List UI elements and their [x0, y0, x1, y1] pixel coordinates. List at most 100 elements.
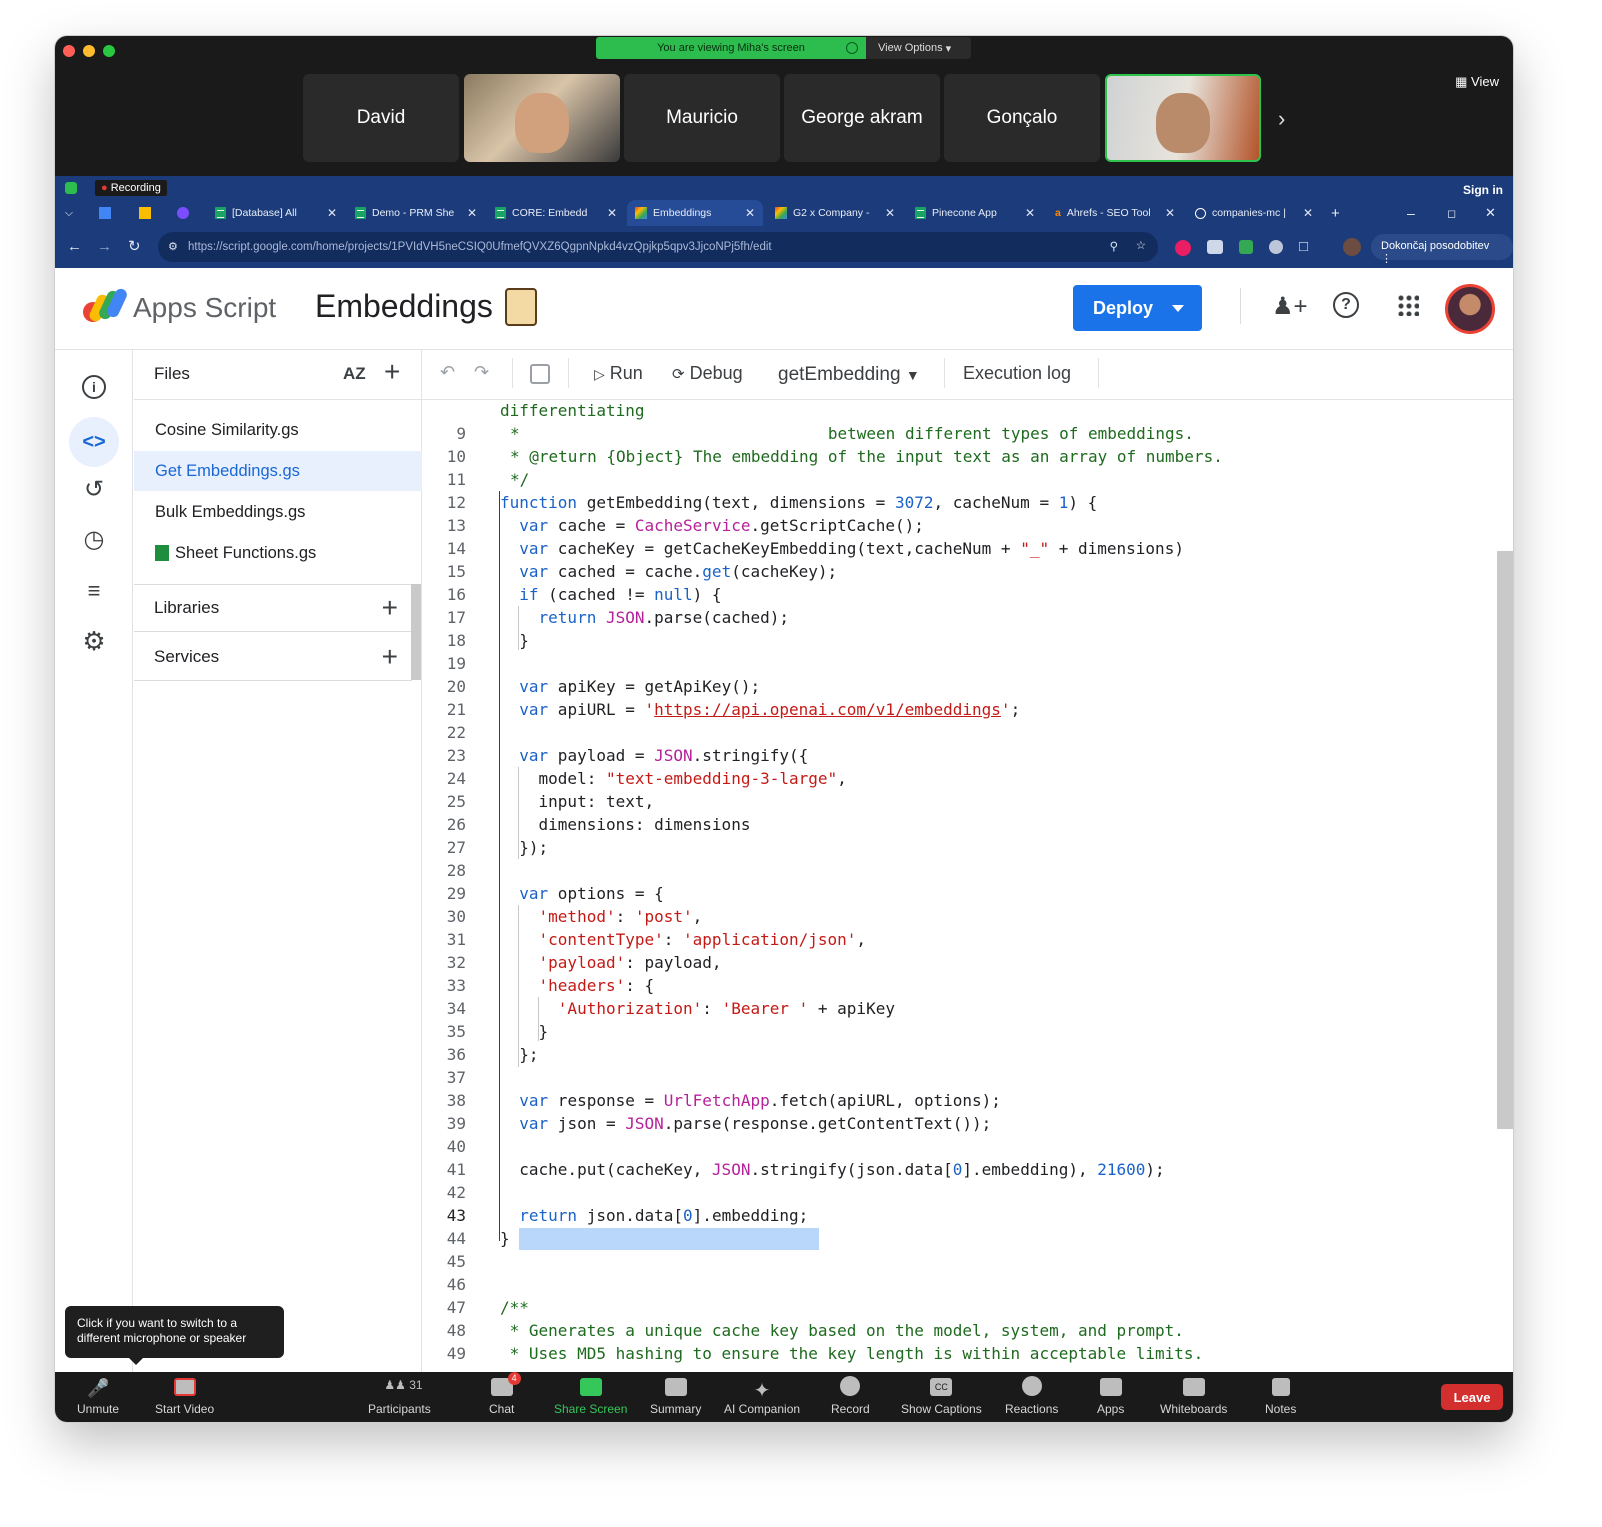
project-title[interactable]: Embeddings — [315, 288, 493, 325]
zoom-icon[interactable]: ⚲ — [1110, 239, 1118, 253]
line-number: 23 — [446, 746, 466, 765]
close-icon[interactable]: ✕ — [1165, 206, 1175, 220]
function-selector[interactable]: getEmbedding ▼ — [778, 364, 920, 386]
file-item[interactable]: Sheet Functions.gs — [134, 533, 422, 573]
extension-icon[interactable] — [1207, 240, 1223, 254]
site-info-icon[interactable]: ⚙ — [168, 240, 178, 253]
code-line: 'payload': payload, — [538, 953, 722, 972]
view-options-button[interactable]: View Options ▾ — [866, 37, 971, 59]
editor-scrollbar[interactable] — [1497, 551, 1513, 1129]
participant-video-tile[interactable] — [464, 74, 620, 162]
browser-tab[interactable]: G2 x Company - ✕ — [775, 200, 895, 226]
camera-icon[interactable] — [1269, 240, 1283, 254]
minimize-window-button[interactable] — [83, 45, 95, 57]
help-icon[interactable]: ? — [1333, 292, 1359, 318]
browser-tab-active[interactable]: Embeddings ✕ — [627, 200, 763, 226]
run-button[interactable]: ▷ Run — [594, 363, 643, 384]
add-library-plus-icon[interactable]: + — [382, 592, 398, 624]
triggers-alarm-icon[interactable]: ◷ — [79, 524, 109, 554]
close-icon[interactable]: ✕ — [745, 206, 755, 220]
services-section[interactable]: Services + — [134, 633, 412, 681]
participant-tile[interactable]: David — [303, 74, 459, 162]
file-item-active[interactable]: Get Embeddings.gs — [134, 451, 422, 491]
extension-icon[interactable] — [1239, 240, 1253, 254]
browser-tab[interactable]: companies-mc | ✕ — [1195, 200, 1313, 226]
panel-scrollbar[interactable] — [411, 584, 421, 680]
sign-in-link[interactable]: Sign in — [1463, 183, 1503, 197]
forward-icon[interactable]: → — [97, 238, 112, 255]
close-icon[interactable]: ✕ — [467, 206, 477, 220]
chat-button[interactable]: 4 Chat — [489, 1372, 521, 1420]
leave-button[interactable]: Leave — [1441, 1384, 1503, 1410]
code-editor[interactable]: 9 10 11 12 13 14 15 16 17 18 19 20 21 22 23 24 25 26 27 28 2… — [422, 401, 1513, 1372]
participants-button[interactable]: ♟♟ 31 Participants — [368, 1374, 431, 1420]
reactions-button[interactable]: Reactions — [1005, 1374, 1058, 1420]
new-tab-button[interactable]: + — [1331, 200, 1345, 226]
puzzle-icon[interactable]: □ — [1299, 238, 1308, 255]
ai-companion-button[interactable]: ✦ AI Companion — [724, 1374, 800, 1420]
close-icon[interactable]: ✕ — [327, 206, 337, 220]
back-icon[interactable]: ← — [67, 238, 82, 255]
tab-list-button[interactable]: ⌵ — [65, 200, 89, 226]
extension-tab-icon[interactable] — [177, 200, 193, 226]
close-browser-button[interactable]: ✕ — [1485, 200, 1499, 226]
summary-button[interactable]: Summary — [650, 1374, 701, 1420]
participant-tile[interactable]: Gonçalo — [944, 74, 1100, 162]
active-speaker-tile[interactable] — [1105, 74, 1261, 162]
close-icon[interactable]: ✕ — [1303, 206, 1313, 220]
record-button[interactable]: Record — [831, 1374, 870, 1420]
maximize-window-button[interactable] — [103, 45, 115, 57]
add-service-plus-icon[interactable]: + — [382, 641, 398, 673]
add-file-plus-icon[interactable]: + — [384, 356, 400, 388]
redo-icon[interactable]: ↷ — [474, 362, 489, 383]
overview-info-icon[interactable]: i — [79, 372, 109, 402]
file-item[interactable]: Bulk Embeddings.gs — [134, 492, 422, 532]
browser-tab[interactable]: [Database] All ✕ — [215, 200, 337, 226]
participant-tile[interactable]: George akram — [784, 74, 940, 162]
execution-log-button[interactable]: Execution log — [963, 363, 1071, 384]
close-window-button[interactable] — [63, 45, 75, 57]
star-icon[interactable]: ☆ — [1136, 238, 1146, 252]
address-bar[interactable]: ⚙ https://script.google.com/home/project… — [158, 232, 1158, 262]
browser-tab[interactable]: CORE: Embedd ✕ — [495, 200, 617, 226]
participant-tile[interactable]: Mauricio — [624, 74, 780, 162]
account-avatar[interactable] — [1445, 284, 1495, 334]
save-icon[interactable] — [530, 364, 550, 384]
restore-browser-button[interactable]: ◻ — [1447, 200, 1461, 226]
close-icon[interactable]: ✕ — [885, 206, 895, 220]
close-icon[interactable]: ✕ — [607, 206, 617, 220]
history-icon[interactable]: ↺ — [79, 474, 109, 504]
settings-gear-icon[interactable]: ⚙ — [79, 626, 109, 656]
update-browser-button[interactable]: Dokončaj posodobitev ⋮ — [1371, 234, 1513, 265]
view-button[interactable]: ▦ View — [1455, 74, 1499, 90]
file-item[interactable]: Cosine Similarity.gs — [134, 410, 422, 450]
minimize-browser-button[interactable]: – — [1407, 200, 1421, 226]
libraries-section[interactable]: Libraries + — [134, 584, 412, 632]
debug-button[interactable]: ⟳ Debug — [672, 363, 743, 384]
keep-tab-icon[interactable] — [139, 200, 155, 226]
undo-icon[interactable]: ↶ — [440, 362, 455, 383]
chevron-right-icon[interactable]: › — [1278, 106, 1285, 132]
start-video-button[interactable]: Start Video — [155, 1374, 214, 1420]
extension-icon[interactable] — [1175, 240, 1191, 256]
google-apps-icon[interactable] — [1397, 294, 1419, 316]
browser-tab[interactable]: a Ahrefs - SEO Tool ✕ — [1055, 200, 1175, 226]
notes-button[interactable]: Notes — [1265, 1374, 1296, 1420]
browser-tab[interactable]: Demo - PRM She ✕ — [355, 200, 477, 226]
show-captions-button[interactable]: CC Show Captions — [901, 1374, 982, 1420]
apps-script-logo[interactable] — [83, 286, 129, 324]
sort-az-icon[interactable]: AZ — [343, 364, 366, 384]
unmute-button[interactable]: 🎤 Unmute — [77, 1374, 119, 1420]
executions-list-icon[interactable]: ≡ — [79, 576, 109, 606]
reload-icon[interactable]: ↻ — [128, 237, 141, 255]
deploy-button[interactable]: Deploy — [1073, 285, 1202, 331]
close-icon[interactable]: ✕ — [1025, 206, 1035, 220]
share-person-icon[interactable]: ♟+ — [1272, 292, 1308, 321]
profile-avatar[interactable] — [1343, 238, 1361, 256]
apps-button[interactable]: Apps — [1097, 1374, 1124, 1420]
docs-tab-icon[interactable] — [99, 200, 115, 226]
whiteboards-button[interactable]: Whiteboards — [1160, 1374, 1227, 1420]
share-screen-button[interactable]: Share Screen — [554, 1374, 627, 1420]
editor-code-icon[interactable]: <> — [69, 417, 119, 467]
browser-tab[interactable]: Pinecone App ✕ — [915, 200, 1035, 226]
